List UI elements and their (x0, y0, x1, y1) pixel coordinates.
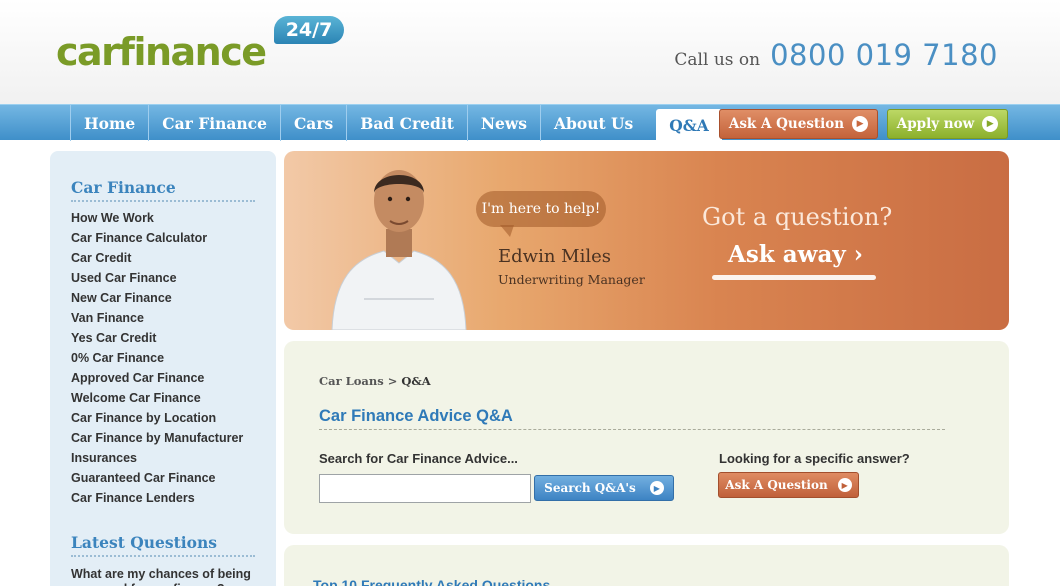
sidebar-link[interactable]: Car Finance Calculator (71, 230, 243, 250)
carfinance-logo[interactable]: carfinance 24/7 (56, 16, 356, 80)
sidebar-divider (71, 555, 255, 557)
sidebar-link[interactable]: Car Credit (71, 250, 243, 270)
ask-away-link[interactable]: Ask away › (728, 241, 863, 268)
sidebar-link[interactable]: 0% Car Finance (71, 350, 243, 370)
hero-banner[interactable]: I'm here to help! Edwin Miles Underwriti… (284, 151, 1009, 330)
nav-item-home[interactable]: Home (70, 105, 148, 141)
search-qa-label: Search Q&A's (544, 481, 636, 495)
ask-question-button[interactable]: Ask A Question ▶ (719, 109, 878, 139)
logo-badge: 24/7 (274, 16, 344, 44)
qa-panel: Car Loans > Q&A Car Finance Advice Q&A S… (284, 341, 1009, 534)
breadcrumb-current: Q&A (401, 374, 431, 388)
logo-wordmark: carfinance (56, 30, 267, 74)
ask-question-label: Ask A Question (725, 478, 828, 492)
sidebar-link[interactable]: Insurances (71, 450, 243, 470)
play-circle-icon: ▶ (837, 478, 852, 492)
title-divider (319, 429, 945, 430)
faq-panel: Top 10 Frequently Asked Questions (284, 545, 1009, 586)
breadcrumb: Car Loans > Q&A (319, 374, 431, 388)
sidebar-link[interactable]: Car Finance Lenders (71, 490, 243, 510)
advisor-name: Edwin Miles (498, 246, 611, 267)
play-circle-icon: ▶ (982, 116, 999, 132)
latest-question-link[interactable]: What are my chances of being approved fo… (71, 567, 261, 586)
main-navbar: Home Car Finance Cars Bad Credit News Ab… (0, 104, 1060, 141)
main-nav: Home Car Finance Cars Bad Credit News Ab… (70, 105, 722, 141)
sidebar-link[interactable]: Approved Car Finance (71, 370, 243, 390)
ask-question-label: Ask A Question (728, 116, 845, 132)
play-circle-icon: ▶ (649, 481, 664, 495)
ask-question-button-secondary[interactable]: Ask A Question ▶ (718, 472, 859, 498)
speech-bubble: I'm here to help! (476, 191, 606, 237)
nav-item-about-us[interactable]: About Us (540, 105, 646, 141)
sidebar-link[interactable]: Van Finance (71, 310, 243, 330)
sidebar-link[interactable]: Guaranteed Car Finance (71, 470, 243, 490)
nav-item-news[interactable]: News (466, 105, 540, 141)
faq-title[interactable]: Top 10 Frequently Asked Questions (313, 577, 550, 586)
apply-now-button[interactable]: Apply now ▶ (887, 109, 1008, 139)
nav-item-cars[interactable]: Cars (279, 105, 346, 141)
play-circle-icon: ▶ (852, 116, 869, 132)
looking-label: Looking for a specific answer? (719, 451, 910, 466)
sidebar: Car Finance How We Work Car Finance Calc… (50, 151, 276, 586)
sidebar-link[interactable]: New Car Finance (71, 290, 243, 310)
page-title: Car Finance Advice Q&A (319, 407, 513, 425)
call-label: Call us on (674, 50, 761, 70)
sidebar-title-latest-questions[interactable]: Latest Questions (71, 533, 217, 552)
advisor-photo (331, 170, 467, 330)
sidebar-divider (71, 200, 255, 202)
search-qa-button[interactable]: Search Q&A's ▶ (534, 475, 674, 501)
sidebar-links: How We Work Car Finance Calculator Car C… (71, 210, 243, 510)
search-label: Search for Car Finance Advice... (319, 451, 518, 466)
sidebar-link[interactable]: Welcome Car Finance (71, 390, 243, 410)
breadcrumb-root[interactable]: Car Loans (319, 374, 384, 388)
breadcrumb-separator: > (387, 374, 398, 388)
site-header: carfinance 24/7 Call us on 0800 019 7180 (0, 0, 1060, 104)
phone-number[interactable]: 0800 019 7180 (770, 38, 998, 72)
ask-away-underline (712, 275, 876, 280)
nav-item-car-finance[interactable]: Car Finance (148, 105, 280, 141)
sidebar-link[interactable]: Yes Car Credit (71, 330, 243, 350)
sidebar-link[interactable]: Car Finance by Location (71, 410, 243, 430)
search-input[interactable] (319, 474, 531, 503)
sidebar-link[interactable]: Used Car Finance (71, 270, 243, 290)
sidebar-link[interactable]: Car Finance by Manufacturer (71, 430, 243, 450)
apply-now-label: Apply now (896, 116, 975, 132)
sidebar-link[interactable]: How We Work (71, 210, 243, 230)
sidebar-title-car-finance[interactable]: Car Finance (71, 178, 176, 197)
nav-item-bad-credit[interactable]: Bad Credit (346, 105, 467, 141)
advisor-role: Underwriting Manager (498, 272, 645, 287)
call-us: Call us on 0800 019 7180 (674, 38, 998, 78)
nav-item-qa[interactable]: Q&A (656, 109, 722, 141)
banner-headline: Got a question? (702, 203, 893, 231)
